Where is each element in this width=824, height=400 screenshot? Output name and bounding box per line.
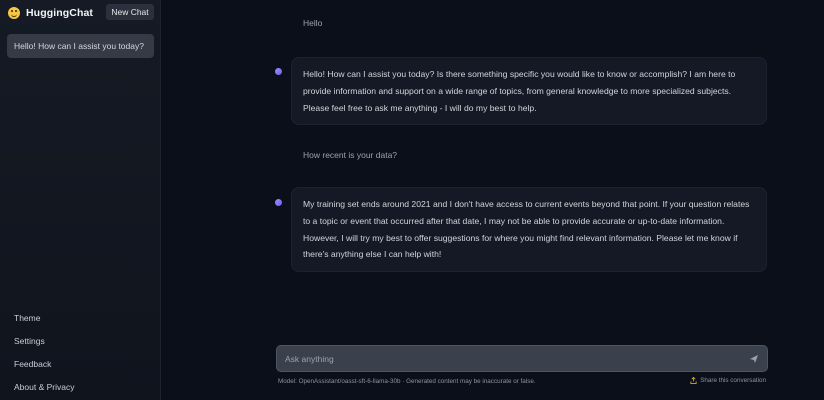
hugging-face-logo-icon <box>8 7 20 19</box>
assistant-message: My training set ends around 2021 and I d… <box>291 187 767 273</box>
new-chat-button[interactable]: New Chat <box>106 4 154 20</box>
sidebar-link-theme[interactable]: Theme <box>14 313 40 323</box>
sidebar-link-feedback[interactable]: Feedback <box>14 359 51 369</box>
sidebar-link-about-privacy[interactable]: About & Privacy <box>14 382 74 392</box>
share-conversation-link[interactable]: Share this conversation <box>690 377 766 384</box>
share-label: Share this conversation <box>700 377 766 384</box>
model-disclaimer: Model: OpenAssistant/oasst-sft-6-llama-3… <box>278 378 536 385</box>
brand[interactable]: HuggingChat <box>8 4 93 22</box>
conversation-item[interactable]: Hello! How can I assist you today? <box>7 34 154 58</box>
sidebar-link-settings[interactable]: Settings <box>14 336 45 346</box>
share-icon <box>690 377 697 384</box>
assistant-avatar-icon <box>275 199 282 206</box>
user-message: How recent is your data? <box>303 150 398 160</box>
chat-input[interactable] <box>285 353 749 364</box>
assistant-message: Hello! How can I assist you today? Is th… <box>291 57 767 126</box>
chat-input-box <box>276 345 768 372</box>
brand-name: HuggingChat <box>26 7 94 19</box>
user-message: Hello <box>303 18 323 28</box>
assistant-avatar-icon <box>275 68 282 75</box>
chat-area: Hello Hello! How can I assist you today?… <box>161 0 824 400</box>
sidebar: HuggingChat New Chat Hello! How can I as… <box>0 0 161 400</box>
send-icon[interactable] <box>749 354 759 364</box>
